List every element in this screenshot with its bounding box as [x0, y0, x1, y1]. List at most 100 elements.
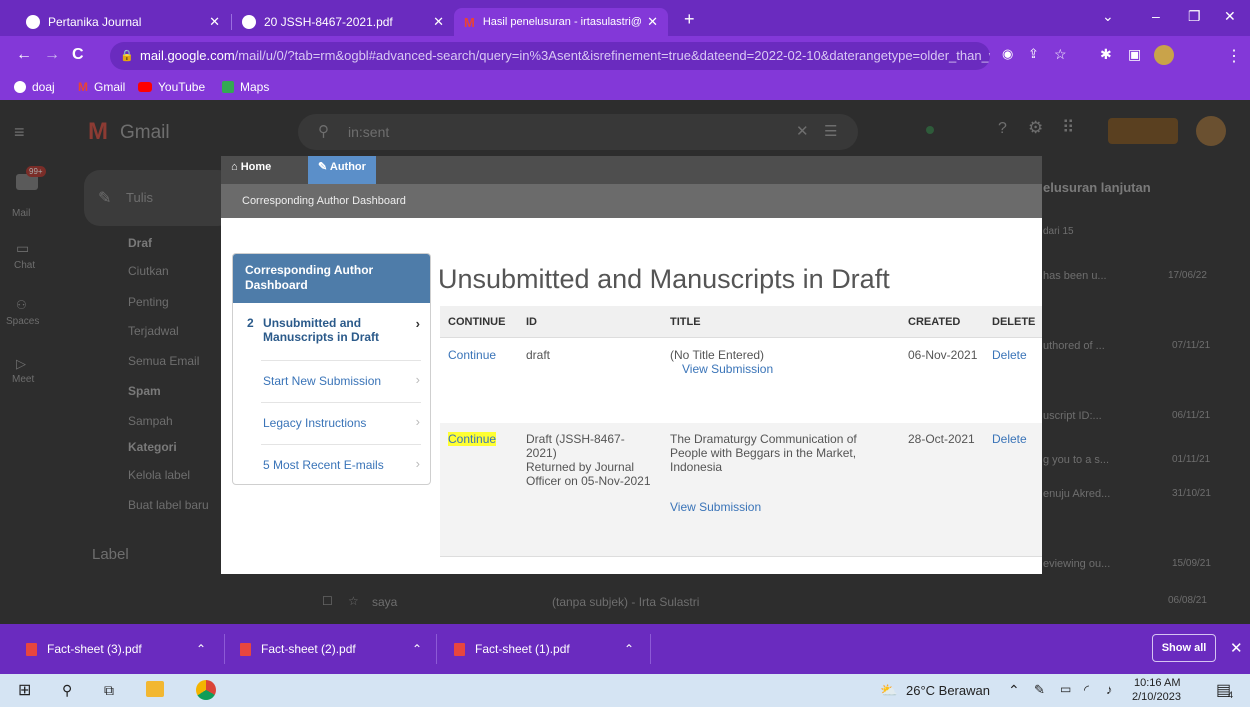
email-subject[interactable]: (tanpa subjek) - Irta Sulastri	[552, 595, 699, 609]
star-icon[interactable]: ☆	[348, 594, 359, 608]
volume-icon[interactable]: ♪	[1106, 682, 1113, 697]
extensions-icon[interactable]: ✱	[1100, 46, 1112, 63]
chrome-icon[interactable]	[196, 680, 216, 700]
search-bar[interactable]: ⚲ in:sent ✕ ☰	[298, 114, 858, 150]
account-avatar[interactable]	[1196, 116, 1226, 146]
snippet[interactable]: g you to a s...	[1043, 454, 1109, 466]
snippet[interactable]: eviewing ou...	[1043, 558, 1110, 570]
snippet[interactable]: enuju Akred...	[1043, 488, 1110, 500]
settings-icon[interactable]: ⚙	[1028, 118, 1043, 138]
folder-ciutkan[interactable]: Ciutkan	[128, 264, 169, 278]
snippet[interactable]: uscript ID:...	[1043, 410, 1102, 422]
tab-search-icon[interactable]: ⌄	[1102, 8, 1114, 25]
bookmark-gmail[interactable]: M Gmail	[78, 80, 125, 94]
sidepanel-icon[interactable]: ▣	[1128, 46, 1141, 63]
search-icon[interactable]: ⚲	[62, 682, 72, 699]
folder-kategori[interactable]: Kategori	[128, 440, 177, 454]
sidebar-item-unsubmitted[interactable]: 2 Unsubmitted and Manuscripts in Draft ›	[233, 316, 430, 344]
view-submission-link[interactable]: View Submission	[682, 362, 773, 376]
compose-button[interactable]: ✎ Tulis	[84, 170, 234, 226]
globe-icon	[242, 15, 256, 29]
rail-label[interactable]: Meet	[12, 374, 34, 385]
folder-terjadwal[interactable]: Terjadwal	[128, 324, 179, 338]
email-date: 15/09/21	[1172, 558, 1211, 569]
maps-icon	[222, 81, 234, 93]
search-input[interactable]: in:sent	[348, 124, 389, 140]
close-tab-icon[interactable]: ✕	[209, 14, 220, 30]
forward-icon[interactable]: →	[44, 46, 60, 64]
clock-date[interactable]: 2/10/2023	[1132, 691, 1181, 703]
tab-home[interactable]: ⌂ Home	[221, 156, 281, 184]
pen-icon[interactable]: ✎	[1034, 682, 1045, 698]
eye-icon[interactable]: ◉	[1002, 46, 1013, 62]
snippet[interactable]: uthored of ...	[1043, 340, 1105, 352]
help-icon[interactable]: ?	[998, 120, 1007, 138]
sidebar-item-legacy-instructions[interactable]: Legacy Instructions ›	[233, 414, 430, 430]
continue-link[interactable]: Continue	[448, 432, 497, 446]
tab-gmail-search[interactable]: M Hasil penelusuran - irtasulastri@ ✕	[454, 8, 668, 36]
file-explorer-icon[interactable]	[146, 681, 164, 697]
minimize-icon[interactable]: –	[1152, 8, 1160, 24]
clear-search-icon[interactable]: ✕	[796, 122, 809, 140]
rail-label[interactable]: Mail	[12, 208, 30, 219]
task-view-icon[interactable]: ⧉	[104, 682, 114, 699]
clock-time[interactable]: 10:16 AM	[1134, 677, 1180, 689]
folder-kelola-label[interactable]: Kelola label	[128, 468, 190, 482]
windows-start-icon[interactable]: ⊞	[18, 680, 31, 700]
menu-icon[interactable]: ⋮	[1226, 46, 1242, 66]
view-submission-link[interactable]: View Submission	[670, 500, 761, 514]
tab-author[interactable]: ✎ Author	[308, 156, 376, 184]
weather-text[interactable]: 26°C Berawan	[906, 683, 990, 698]
checkbox-icon[interactable]: ☐	[322, 594, 333, 608]
rail-label[interactable]: Spaces	[6, 316, 39, 327]
chevron-up-icon[interactable]: ⌃	[412, 642, 422, 656]
delete-link[interactable]: Delete	[992, 348, 1027, 362]
chevron-up-icon[interactable]: ⌃	[624, 642, 634, 656]
delete-link[interactable]: Delete	[992, 432, 1027, 446]
continue-link[interactable]: Continue	[448, 348, 496, 362]
bookmark-maps[interactable]: Maps	[222, 80, 269, 94]
hamburger-icon[interactable]: ≡	[14, 122, 25, 143]
search-options-icon[interactable]: ☰	[824, 122, 837, 140]
folder-sampah[interactable]: Sampah	[128, 414, 173, 428]
address-bar[interactable]: 🔒 mail.google.com/mail/u/0/?tab=rm&ogbl#…	[110, 42, 990, 70]
sidebar-item-recent-emails[interactable]: 5 Most Recent E-mails ›	[233, 456, 430, 472]
item-label: 5 Most Recent E-mails	[263, 458, 384, 472]
pdf-icon	[26, 642, 37, 656]
wifi-icon[interactable]: ◜	[1084, 682, 1089, 698]
folder-semua-email[interactable]: Semua Email	[128, 354, 199, 368]
email-date: 17/06/22	[1168, 270, 1207, 281]
back-icon[interactable]: ←	[16, 46, 32, 64]
folder-draf[interactable]: Draf	[128, 236, 152, 250]
email-sender[interactable]: saya	[372, 595, 397, 609]
snippet[interactable]: has been u...	[1043, 270, 1107, 282]
close-downloads-icon[interactable]: ✕	[1230, 639, 1243, 657]
bookmark-youtube[interactable]: YouTube	[138, 80, 205, 94]
status-dot[interactable]	[926, 126, 934, 134]
download-item[interactable]: Fact-sheet (1).pdf ⌃	[454, 624, 644, 674]
download-item[interactable]: Fact-sheet (2).pdf ⌃	[240, 624, 430, 674]
folder-spam[interactable]: Spam	[128, 384, 161, 398]
chevron-up-icon[interactable]: ⌃	[1008, 682, 1020, 699]
show-all-button[interactable]: Show all	[1152, 634, 1216, 662]
close-window-icon[interactable]: ✕	[1224, 8, 1236, 25]
maximize-icon[interactable]: ❐	[1188, 8, 1201, 25]
profile-avatar[interactable]	[1154, 45, 1174, 65]
reload-icon[interactable]: C	[72, 46, 84, 64]
bookmark-star-icon[interactable]: ☆	[1054, 46, 1067, 63]
share-icon[interactable]: ⇪	[1028, 46, 1039, 62]
close-tab-icon[interactable]: ✕	[647, 14, 658, 30]
folder-penting[interactable]: Penting	[128, 295, 169, 309]
folder-buat-label[interactable]: Buat label baru	[128, 498, 209, 512]
rail-label[interactable]: Chat	[14, 260, 35, 271]
tab-pertanika[interactable]: Pertanika Journal ✕	[16, 8, 230, 36]
download-item[interactable]: Fact-sheet (3).pdf ⌃	[26, 624, 216, 674]
sidebar-item-start-submission[interactable]: Start New Submission ›	[233, 372, 430, 388]
new-tab-button[interactable]: +	[684, 9, 695, 30]
tab-pdf[interactable]: 20 JSSH-8467-2021.pdf ✕	[232, 8, 454, 36]
chevron-up-icon[interactable]: ⌃	[196, 642, 206, 656]
apps-grid-icon[interactable]: ⠿	[1062, 118, 1074, 138]
bookmark-doaj[interactable]: doaj	[14, 80, 55, 94]
battery-icon[interactable]: ▭	[1060, 682, 1071, 696]
close-tab-icon[interactable]: ✕	[433, 14, 444, 30]
